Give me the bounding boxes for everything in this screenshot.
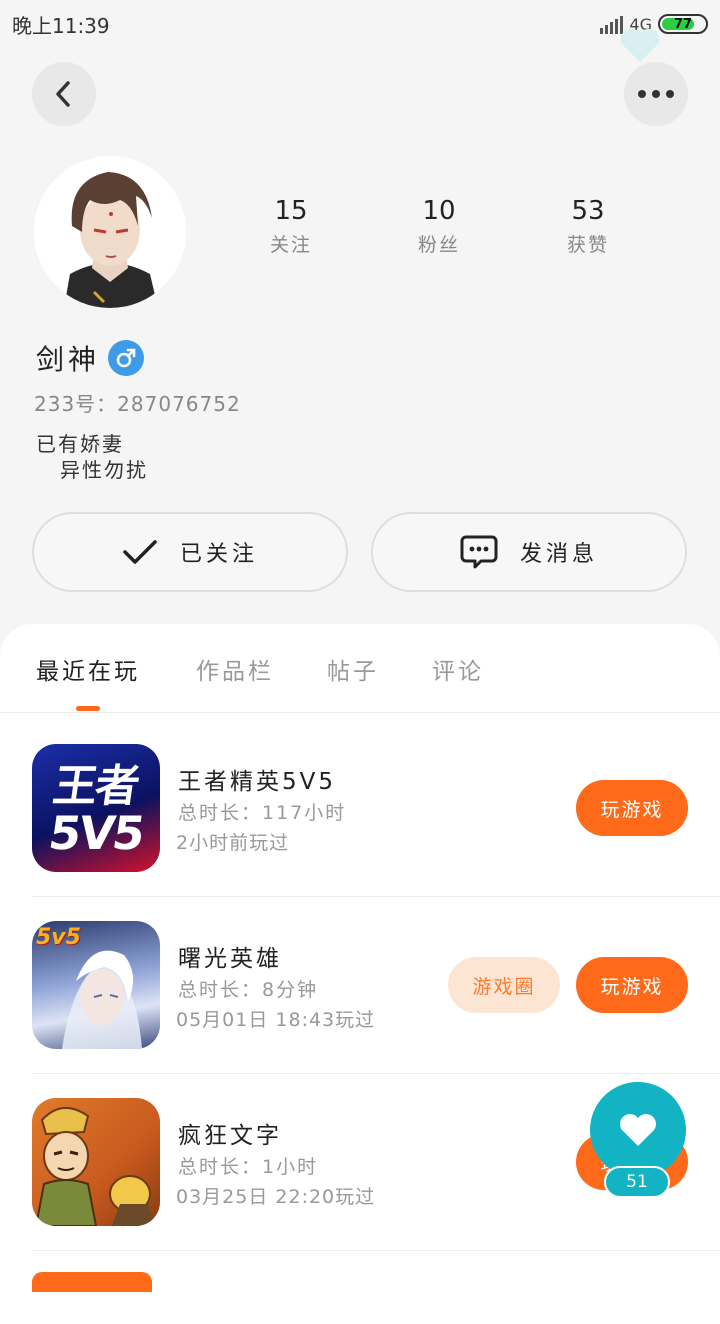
game-row[interactable]: 5v5 曙光英雄 总时长：8分钟 05月01日 18:43玩过 游戏圈 玩游戏 <box>0 921 720 1097</box>
back-button[interactable] <box>32 62 96 126</box>
play-game-button[interactable]: 玩游戏 <box>576 780 688 836</box>
game-row[interactable]: 王者 5V5 王者精英5V5 总时长：117小时 2小时前玩过 玩游戏 <box>0 744 720 920</box>
active-tab-indicator <box>76 706 100 711</box>
next-row-partial <box>32 1272 152 1292</box>
status-time: 晚上11:39 <box>12 14 110 38</box>
game-icon-text-top: 王者 <box>49 761 141 812</box>
game-icon-wangzhe[interactable]: 王者 5V5 <box>32 744 160 872</box>
more-button[interactable] <box>624 62 688 126</box>
battery-icon: 77 <box>658 14 708 34</box>
nickname: 剑神 <box>36 343 101 376</box>
game-circle-button[interactable]: 游戏圈 <box>448 957 560 1013</box>
content-card: 最近在玩 作品栏 帖子 评论 王者 5V5 王者精英5V5 总时长：117小时 … <box>0 624 720 1324</box>
stat-likes-label: 获赞 <box>566 234 609 256</box>
status-bar: 晚上11:39 4G 77 <box>0 0 720 48</box>
bio-line-1: 已有娇妻 <box>36 432 124 456</box>
game-last-played: 05月01日 18:43玩过 <box>176 1009 376 1031</box>
game-title: 疯狂文字 <box>178 1123 282 1149</box>
tab-recently-played[interactable]: 最近在玩 <box>36 652 140 686</box>
followed-button-label: 已关注 <box>179 542 258 567</box>
chevron-left-icon <box>56 81 70 107</box>
send-message-button[interactable]: 发消息 <box>371 512 687 592</box>
tab-posts[interactable]: 帖子 <box>327 652 379 686</box>
game-icon-badge: 5v5 <box>36 925 81 950</box>
followed-button[interactable]: 已关注 <box>32 512 348 592</box>
game-total-time: 总时长：8分钟 <box>178 979 319 1001</box>
game-icon-text-bottom: 5V5 <box>45 806 147 860</box>
avatar-image <box>34 156 186 308</box>
male-icon <box>108 340 144 376</box>
avatar[interactable] <box>34 156 186 308</box>
heart-decoration-icon <box>620 28 660 62</box>
stat-following-value: 15 <box>274 196 308 226</box>
row-divider <box>32 1250 720 1251</box>
game-last-played: 2小时前玩过 <box>176 832 290 854</box>
stat-likes-value: 53 <box>571 196 605 226</box>
stat-likes[interactable]: 53 获赞 <box>528 196 648 257</box>
user-id: 233号：287076752 <box>34 392 241 416</box>
game-total-time: 总时长：1小时 <box>178 1156 319 1178</box>
game-last-played: 03月25日 22:20玩过 <box>176 1186 376 1208</box>
battery-level: 77 <box>673 16 693 32</box>
chat-bubble-icon <box>460 535 498 569</box>
check-icon <box>123 540 157 564</box>
row-divider <box>32 1073 720 1074</box>
tab-divider <box>0 712 720 713</box>
tab-comments[interactable]: 评论 <box>432 652 484 686</box>
like-fab-button[interactable] <box>590 1082 686 1178</box>
stat-followers[interactable]: 10 粉丝 <box>379 196 499 257</box>
more-dots-icon <box>638 90 674 98</box>
stat-following[interactable]: 15 关注 <box>231 196 351 257</box>
stat-following-label: 关注 <box>269 234 312 256</box>
game-icon-fengkuang[interactable] <box>32 1098 160 1226</box>
play-game-button[interactable]: 玩游戏 <box>576 957 688 1013</box>
row-divider <box>32 896 720 897</box>
like-count: 51 <box>604 1166 670 1198</box>
tab-works[interactable]: 作品栏 <box>196 652 274 686</box>
stat-followers-label: 粉丝 <box>417 234 460 256</box>
game-title: 曙光英雄 <box>178 946 282 972</box>
game-total-time: 总时长：117小时 <box>178 802 347 824</box>
send-message-label: 发消息 <box>519 542 598 567</box>
game-title: 王者精英5V5 <box>178 769 337 795</box>
cartoon-characters-image <box>34 1107 156 1226</box>
stat-followers-value: 10 <box>422 196 456 226</box>
bio-line-2: 异性勿扰 <box>60 458 148 482</box>
game-icon-shuguang[interactable]: 5v5 <box>32 921 160 1049</box>
heart-icon <box>620 1114 656 1146</box>
